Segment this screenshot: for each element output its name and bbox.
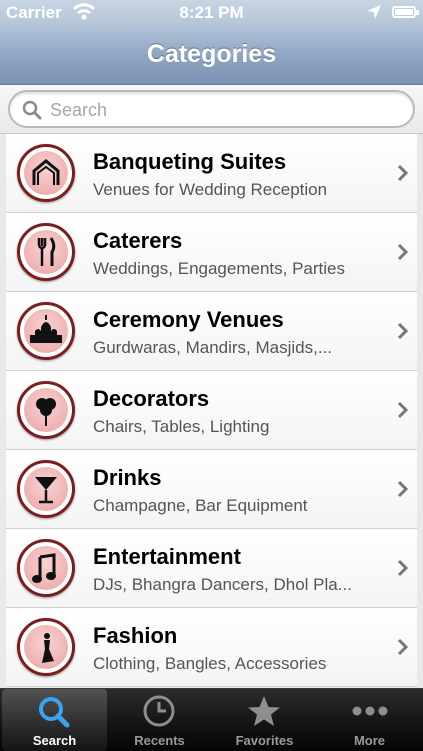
category-title: Ceremony Venues [93, 307, 284, 332]
search-field[interactable] [8, 90, 415, 128]
tab-favorites[interactable]: Favorites [212, 689, 317, 751]
dress-icon [42, 633, 54, 663]
category-badge [17, 460, 75, 518]
search-icon [22, 100, 42, 125]
list-item[interactable]: Decorators Chairs, Tables, Lighting [6, 371, 417, 450]
chevron-right-icon [397, 164, 409, 187]
list-item[interactable]: Fashion Clothing, Bangles, Accessories [6, 608, 417, 687]
tab-label: Search [32, 733, 77, 748]
tab-recents[interactable]: Recents [107, 689, 212, 751]
category-badge [17, 302, 75, 360]
category-subtitle: Venues for Wedding Reception [93, 180, 328, 199]
chevron-right-icon [397, 243, 409, 266]
status-time: 8:21 PM [179, 3, 244, 22]
clock-icon [107, 694, 212, 730]
category-badge [17, 539, 75, 597]
tab-bar: Search Recents Favorites More [0, 688, 423, 751]
category-subtitle: Chairs, Tables, Lighting [93, 417, 270, 436]
list-item[interactable]: Entertainment DJs, Bhangra Dancers, Dhol… [6, 529, 417, 608]
cocktail-glass-icon [35, 477, 57, 504]
tab-search[interactable]: Search [2, 689, 107, 751]
music-note-icon [32, 553, 56, 583]
search-input[interactable] [48, 96, 402, 124]
page-title: Categories [146, 40, 277, 68]
category-subtitle: Gurdwaras, Mandirs, Masjids,... [93, 338, 333, 357]
category-title: Drinks [93, 465, 162, 490]
category-title: Caterers [93, 228, 183, 253]
temple-icon [30, 315, 62, 343]
battery-icon [392, 6, 419, 18]
chevron-right-icon [397, 480, 409, 503]
category-list: Banqueting Suites Venues for Wedding Rec… [0, 134, 423, 688]
chevron-right-icon [397, 322, 409, 345]
location-arrow-icon [366, 4, 382, 25]
search-icon [2, 694, 107, 730]
list-item[interactable]: Drinks Champagne, Bar Equipment [6, 450, 417, 529]
list-item[interactable]: Caterers Weddings, Engagements, Parties [6, 213, 417, 292]
category-badge [17, 381, 75, 439]
category-subtitle: Champagne, Bar Equipment [93, 496, 308, 515]
balloons-icon [36, 398, 56, 426]
tab-label: Favorites [235, 733, 294, 748]
navigation-bar: Categories [0, 26, 423, 85]
fork-knife-icon [37, 237, 56, 266]
list-item[interactable]: Ceremony Venues Gurdwaras, Mandirs, Masj… [6, 292, 417, 371]
category-subtitle: DJs, Bhangra Dancers, Dhol Pla... [93, 575, 352, 594]
category-badge [17, 223, 75, 281]
category-badge [17, 618, 75, 676]
category-subtitle: Clothing, Bangles, Accessories [93, 654, 327, 673]
chevron-right-icon [397, 559, 409, 582]
tab-label: More [353, 733, 386, 748]
tab-more[interactable]: More [317, 689, 422, 751]
star-icon [212, 694, 317, 730]
chevron-right-icon [397, 638, 409, 661]
category-title: Entertainment [93, 544, 241, 569]
search-bar [0, 85, 423, 134]
tab-label: Recents [134, 733, 185, 748]
category-title: Decorators [93, 386, 210, 411]
status-bar: Carrier 8:21 PM [0, 0, 423, 26]
chevron-right-icon [397, 401, 409, 424]
list-item[interactable]: Banqueting Suites Venues for Wedding Rec… [6, 134, 417, 213]
category-title: Banqueting Suites [93, 149, 287, 174]
category-badge [17, 144, 75, 202]
more-dots-icon [317, 694, 422, 730]
banquet-arch-icon [32, 159, 60, 185]
category-title: Fashion [93, 623, 178, 648]
category-subtitle: Weddings, Engagements, Parties [93, 259, 345, 278]
